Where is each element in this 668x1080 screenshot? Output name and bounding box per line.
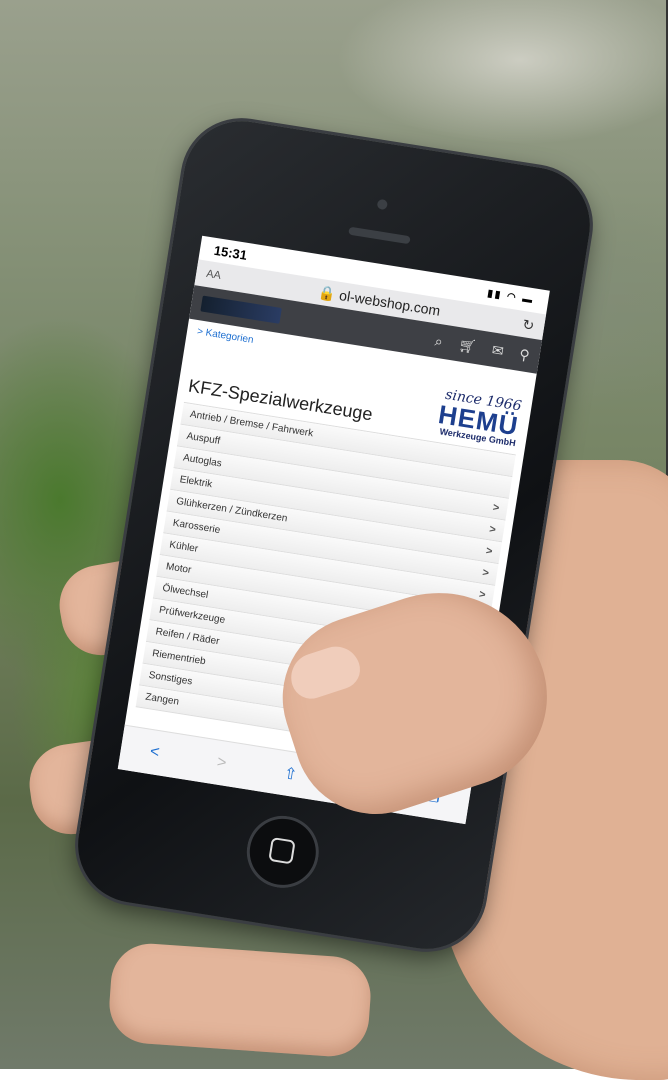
chevron-right-icon: > — [481, 566, 490, 580]
front-camera — [376, 198, 389, 211]
forward-icon[interactable]: > — [216, 754, 228, 773]
mail-icon[interactable]: ✉ — [491, 341, 505, 360]
home-square-icon — [268, 837, 296, 865]
back-icon[interactable]: < — [149, 743, 161, 762]
list-item-label: Motor — [165, 561, 193, 577]
list-item-label: Kühler — [168, 539, 199, 555]
list-item-label: Sonstiges — [147, 669, 194, 688]
chevron-right-icon: > — [491, 501, 501, 514]
list-item-label: Elektrik — [178, 474, 214, 491]
reader-aa-button[interactable]: AA — [205, 268, 237, 285]
cart-icon[interactable]: 🛒︎ — [457, 336, 477, 356]
chevron-right-icon: > — [488, 522, 497, 536]
location-icon[interactable]: ⚲ — [518, 345, 531, 363]
reload-icon[interactable]: ↻ — [521, 316, 535, 335]
signal-wifi-battery-icon: ▮▮ ◠ ▬ — [486, 287, 536, 306]
list-item-label: Riementrieb — [151, 648, 207, 668]
list-item-label: Ölwechsel — [161, 582, 209, 601]
shop-logo-mini[interactable] — [200, 295, 282, 324]
hemu-logo: since 1966 HEMÜ Werkzeuge GmbH — [435, 386, 522, 448]
home-button[interactable] — [241, 810, 324, 894]
search-icon[interactable]: ⌕ — [434, 332, 444, 350]
list-item-label: Zangen — [144, 691, 180, 708]
status-time: 15:31 — [212, 242, 249, 263]
hand-finger — [106, 941, 374, 1059]
list-item-label: Karosserie — [172, 517, 221, 537]
chevron-right-icon: > — [478, 588, 487, 601]
list-item-label: Auspuff — [185, 430, 221, 447]
earpiece-speaker — [348, 226, 411, 245]
list-item-label: Autoglas — [182, 452, 223, 470]
share-icon[interactable]: ⇧ — [282, 763, 298, 785]
chevron-right-icon: > — [485, 544, 494, 558]
